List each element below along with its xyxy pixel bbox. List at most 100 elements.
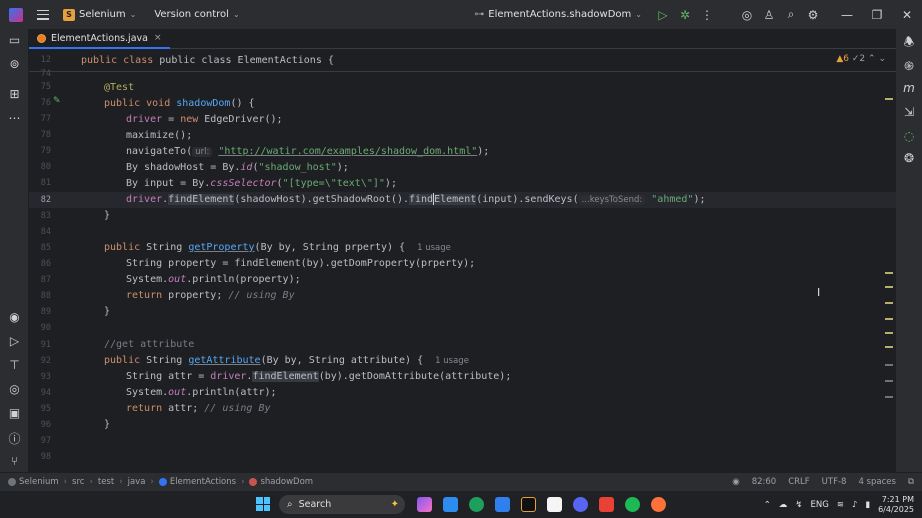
code-text: (input).sendKeys( [476,194,579,205]
ai-assistant-icon[interactable]: ◎ [736,8,758,22]
plugin-icon[interactable]: ❂ [896,151,922,165]
version-control-menu[interactable]: Version control [154,9,229,20]
code-editor[interactable]: 12 public class public class ElementActi… [29,50,896,472]
wifi-icon[interactable]: ≋ [837,500,844,510]
static-method: cssSelector [210,178,277,189]
comment: // using By [204,403,271,414]
scroll-marker [885,98,893,100]
edge-browser-icon[interactable] [469,497,484,512]
parameter-hint: ...keysToSend: [578,195,646,205]
code-text: (shadowHost).getShadowRoot(). [234,194,409,205]
string-literal[interactable]: "http://watir.com/examples/shadow_dom.ht… [218,146,477,157]
settings-icon[interactable]: ⚙ [802,8,824,22]
more-tools-icon[interactable]: ⋯ [0,111,29,125]
close-icon[interactable]: ✕ [892,8,922,22]
breadcrumb-item[interactable]: shadowDom [260,477,313,487]
string-literal: "shadow_host" [258,162,337,173]
editor-scrollbar[interactable] [885,50,893,472]
tray-overflow-icon[interactable]: ⌃ [764,500,771,510]
problems-info-icon[interactable]: ⓘ [0,430,29,447]
method-name: getAttribute [188,355,261,366]
line-separator[interactable]: CRLF [788,477,809,487]
git-tool-icon[interactable]: ⑂ [0,454,29,468]
run-configuration-selector[interactable]: ⊶ ElementActions.shadowDom ⌄ [474,9,642,20]
string-literal: "[type=\"text\"]" [282,178,385,189]
battery-saver-icon[interactable]: ↯ [795,500,802,510]
run-test-gutter-icon[interactable]: ✎ [53,96,61,106]
breadcrumb-item[interactable]: ElementActions [170,477,236,487]
minimize-icon[interactable]: — [832,8,862,22]
hamburger-menu-icon[interactable] [37,9,49,20]
build-tool-icon[interactable]: ⊤ [0,358,29,372]
maven-icon[interactable]: m [896,81,922,95]
java-class-icon [37,33,46,43]
code-text: By input = By. [126,178,211,189]
services-tool-icon[interactable]: ◉ [0,310,29,324]
run-icon[interactable]: ▷ [652,8,674,22]
chat-app-icon[interactable] [443,497,458,512]
breadcrumb-item[interactable]: Selenium [19,477,59,487]
terminal-tool-icon[interactable]: ▣ [0,406,29,420]
problems-tool-icon[interactable]: ◎ [0,382,29,396]
copilot-sparkle-icon: ✦ [390,499,399,510]
breadcrumb-item[interactable]: java [128,477,146,487]
structure-tool-icon[interactable]: ⊞ [0,87,29,101]
code-text: maximize(); [126,130,193,141]
input-language[interactable]: ENG [810,500,828,510]
commit-tool-icon[interactable]: ⊚ [0,57,29,71]
close-tab-icon[interactable]: × [154,33,162,43]
copilot-icon[interactable]: ◌ [896,129,922,143]
code-text: = [162,114,181,125]
indent-setting[interactable]: 4 spaces [858,477,895,487]
sticky-header[interactable]: 12 public class public class ElementActi… [29,50,896,72]
battery-icon[interactable]: ▮ [865,500,870,510]
usage-hint[interactable]: 1 usage [417,243,451,253]
line-number: 12 [40,55,51,65]
intellij-app-icon[interactable] [521,497,536,512]
tab-element-actions[interactable]: ElementActions.java × [29,29,170,49]
breadcrumb: Selenium › src › test › java › ElementAc… [8,477,313,487]
code-line-75: @Test [104,80,134,96]
cloud-icon[interactable]: ☁ [779,500,788,510]
ai-assistant-panel-icon[interactable]: ֍ [896,57,922,74]
code-line-96: } [104,417,110,433]
project-tool-icon[interactable]: ▭ [0,33,29,47]
search-icon[interactable]: ⌕ [780,7,802,22]
taskbar-search[interactable]: ⌕ Search ✦ [279,495,405,514]
postman-app-icon[interactable] [651,497,666,512]
vscode-icon[interactable] [495,497,510,512]
run-tool-icon[interactable]: ▷ [0,334,29,348]
file-encoding[interactable]: UTF-8 [822,477,847,487]
debug-icon[interactable]: ✲ [674,8,696,22]
volume-icon[interactable]: ♪ [852,500,857,510]
field: driver [210,371,247,382]
keyword: public [104,355,147,366]
git-app-icon[interactable] [547,497,562,512]
inspection-widget[interactable]: ▲6 ✓2 ⌃ ⌄ [836,54,886,64]
inspection-nav[interactable]: ⌃ ⌄ [868,54,886,64]
more-icon[interactable]: ⋮ [696,8,718,22]
windows-start-icon[interactable] [256,497,270,511]
database-icon[interactable]: ⇲ [896,105,922,119]
breadcrumb-item[interactable]: test [98,477,114,487]
copilot-status-icon[interactable]: ◉ [732,477,739,487]
usage-hint[interactable]: 1 usage [435,356,469,366]
caret-position[interactable]: 82:60 [752,477,777,487]
copilot-app-icon[interactable] [417,497,432,512]
notifications-icon[interactable]: 🕭 [896,33,922,54]
field: driver [126,114,163,125]
intellij-logo-icon[interactable] [9,7,23,22]
youtube-app-icon[interactable] [599,497,614,512]
spotify-app-icon[interactable] [625,497,640,512]
read-only-toggle-icon[interactable]: ⧉ [908,477,914,487]
run-config-icon: ⊶ [474,9,485,20]
breadcrumb-item[interactable]: src [72,477,84,487]
restore-icon[interactable]: ❐ [862,8,892,22]
code-line-95: return attr; // using By [126,401,271,417]
project-switcher[interactable]: Selenium [79,9,126,20]
discord-app-icon[interactable] [573,497,588,512]
add-user-icon[interactable]: ♙ [758,8,780,22]
clock[interactable]: 7:21 PM 6/4/2025 [878,495,914,515]
line-number: 85 [40,243,51,253]
code-text: } [104,210,111,221]
